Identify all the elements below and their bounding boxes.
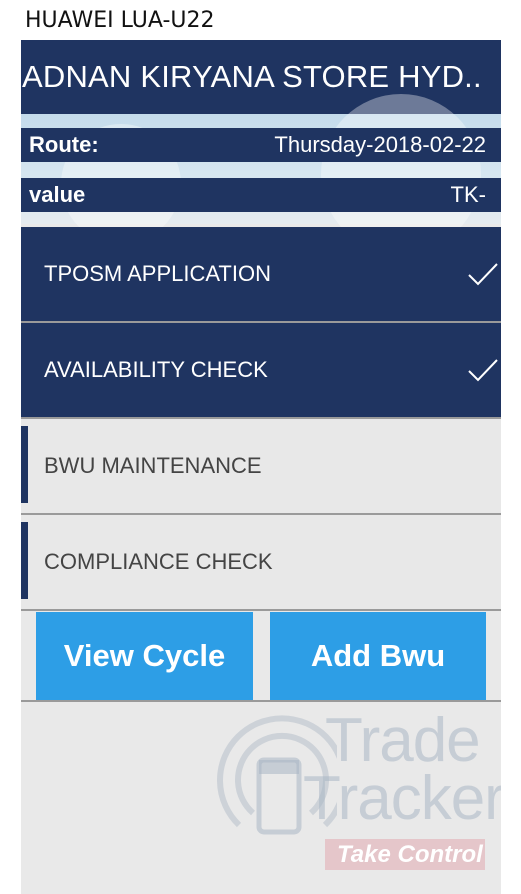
value-label: value — [29, 182, 86, 207]
view-cycle-button[interactable]: View Cycle — [36, 612, 253, 700]
watermark-line-2: Tracker — [303, 764, 501, 833]
check-icon — [468, 263, 498, 286]
task-label: AVAILABILITY CHECK — [44, 357, 268, 382]
task-tposm-application[interactable]: TPOSM APPLICATION — [21, 227, 501, 321]
list-divider — [21, 609, 501, 611]
button-row-divider — [21, 700, 501, 702]
app-screen: ADNAN KIRYANA STORE HYD.. Route: Thursda… — [21, 40, 501, 894]
route-row: Route: Thursday-2018-02-22 — [21, 128, 501, 162]
task-bwu-maintenance[interactable]: BWU MAINTENANCE — [21, 419, 501, 513]
trade-tracker-watermark: Trade Tracker Take Control — [217, 705, 501, 877]
check-icon — [468, 359, 498, 382]
task-compliance-check[interactable]: COMPLIANCE CHECK — [21, 515, 501, 609]
route-label: Route: — [29, 132, 99, 157]
route-value: Thursday-2018-02-22 — [274, 132, 486, 157]
task-label: COMPLIANCE CHECK — [44, 549, 273, 574]
value-row: value TK- — [21, 178, 501, 212]
add-bwu-button[interactable]: Add Bwu — [270, 612, 486, 700]
device-name-label: HUAWEI LUA-U22 — [25, 8, 215, 33]
task-label: TPOSM APPLICATION — [44, 261, 271, 286]
task-label: BWU MAINTENANCE — [44, 453, 262, 478]
value-value: TK- — [450, 182, 486, 207]
watermark-tagline: Take Control — [325, 839, 485, 870]
task-availability-check[interactable]: AVAILABILITY CHECK — [21, 323, 501, 417]
